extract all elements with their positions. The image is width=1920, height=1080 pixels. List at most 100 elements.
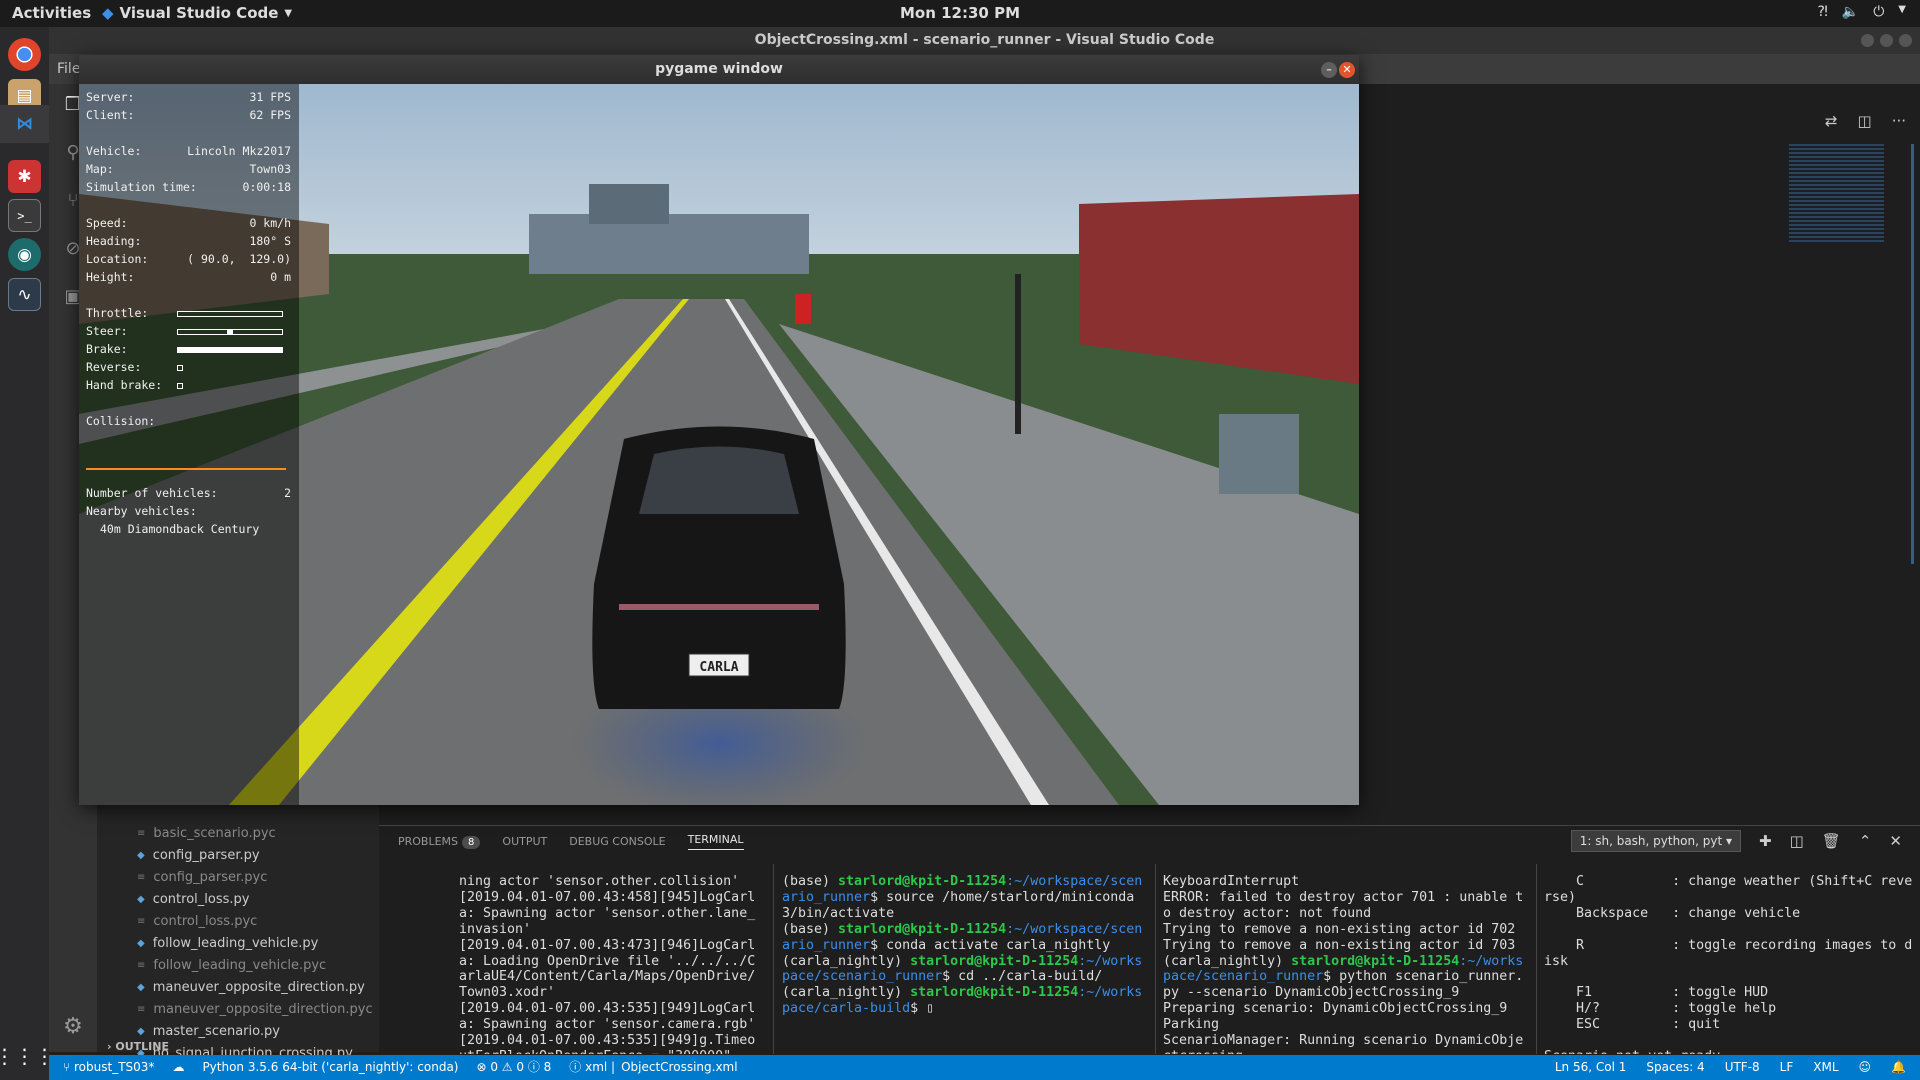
file-item[interactable]: ◆ control_loss.py bbox=[137, 888, 249, 910]
split-terminal-icon[interactable]: ◫ bbox=[1790, 832, 1804, 850]
file-item[interactable]: ◆ config_parser.py bbox=[137, 844, 260, 866]
close-icon[interactable]: ✕ bbox=[1339, 62, 1355, 78]
file-name: config_parser.py bbox=[152, 847, 260, 863]
car-cabin bbox=[639, 446, 799, 514]
outline-label: OUTLINE bbox=[115, 1040, 169, 1053]
new-terminal-icon[interactable]: ✚ bbox=[1759, 832, 1772, 850]
hud-brake-label: Brake: bbox=[86, 342, 128, 356]
pygame-title: pygame window bbox=[655, 61, 783, 77]
file-item[interactable]: ◆ master_scenario.py bbox=[137, 1020, 280, 1042]
trash-icon[interactable]: 🗑 bbox=[1822, 832, 1841, 850]
language-mode[interactable]: XML bbox=[1813, 1055, 1838, 1080]
hud-throttle-label: Throttle: bbox=[86, 306, 149, 320]
file-icon: ≡ bbox=[137, 871, 146, 883]
terminal-env: (carla_nightly) bbox=[782, 953, 911, 969]
terminal-1[interactable]: ning actor 'sensor.other.collision' [201… bbox=[459, 874, 759, 1054]
maximize-icon[interactable] bbox=[1880, 34, 1893, 47]
indentation[interactable]: Spaces: 4 bbox=[1646, 1055, 1704, 1080]
terminal-icon[interactable]: >_ bbox=[8, 199, 41, 232]
more-actions-icon[interactable]: ··· bbox=[1892, 112, 1906, 130]
editor-toolbar: ⇄ ◫ ··· bbox=[1825, 112, 1906, 130]
gear-icon[interactable]: ⚙ bbox=[61, 1014, 85, 1039]
close-icon[interactable] bbox=[1899, 34, 1912, 47]
vscode-app-icon: ◆ bbox=[102, 4, 114, 22]
steer-bar bbox=[177, 329, 283, 335]
file-item[interactable]: ◆ maneuver_opposite_direction.py bbox=[137, 976, 365, 998]
minimize-icon[interactable]: – bbox=[1321, 62, 1337, 78]
tab-output[interactable]: OUTPUT bbox=[502, 835, 547, 848]
encoding[interactable]: UTF-8 bbox=[1725, 1055, 1760, 1080]
problems-indicator[interactable]: ⊗ 0 ⚠ 0 ⓘ 8 bbox=[476, 1055, 551, 1080]
editor-scrollbar[interactable] bbox=[1911, 144, 1914, 564]
system-tray[interactable]: ⁈ 🔈 ⏻ ▼ bbox=[1818, 4, 1906, 20]
bell-icon[interactable]: 🔔 bbox=[1891, 1055, 1906, 1080]
handbrake-checkbox bbox=[177, 383, 183, 389]
panel-controls: 1: sh, bash, python, pyt ▾ ✚ ◫ 🗑 ⌃ ✕ bbox=[1570, 830, 1902, 852]
terminal-command: $ cd ../carla-build/ bbox=[942, 969, 1103, 985]
terminal-divider[interactable] bbox=[773, 864, 774, 1054]
python-interpreter[interactable]: Python 3.5.6 64-bit ('carla_nightly': co… bbox=[202, 1055, 458, 1080]
terminal-3[interactable]: KeyboardInterrupt ERROR: failed to destr… bbox=[1163, 874, 1531, 1054]
branch-indicator[interactable]: ⑂ robust_TS03* bbox=[63, 1055, 154, 1080]
prompt-user: starlord@kpit-D-11254 bbox=[910, 985, 1079, 1001]
hud-numveh-value: 2 bbox=[284, 486, 291, 500]
close-panel-icon[interactable]: ✕ bbox=[1889, 832, 1902, 850]
tab-problems[interactable]: PROBLEMS 8 bbox=[398, 835, 481, 849]
terminal-env: (carla_nightly) bbox=[782, 985, 911, 1001]
chrome-icon[interactable] bbox=[8, 38, 41, 71]
hud-vehicle-label: Vehicle: bbox=[86, 144, 142, 158]
terminal-divider[interactable] bbox=[1155, 864, 1156, 1054]
gitkraken-icon[interactable]: ◉ bbox=[8, 238, 41, 271]
hud-simtime-label: Simulation time: bbox=[86, 180, 197, 194]
outline-section[interactable]: › OUTLINE bbox=[97, 1040, 379, 1053]
panel-tabs: PROBLEMS 8 OUTPUT DEBUG CONSOLE TERMINAL bbox=[398, 833, 744, 850]
terminal-env: (base) bbox=[782, 921, 839, 937]
file-item[interactable]: ≡ control_loss.pyc bbox=[137, 910, 257, 932]
minimize-icon[interactable] bbox=[1861, 34, 1874, 47]
activities-button[interactable]: Activities bbox=[12, 4, 91, 22]
vscode-dock-icon[interactable]: ⋈ bbox=[0, 105, 49, 143]
file-item[interactable]: ◆ follow_leading_vehicle.py bbox=[137, 932, 318, 954]
split-editor-icon[interactable]: ◫ bbox=[1858, 112, 1872, 130]
hud-location-value: ( 90.0, 129.0) bbox=[187, 252, 291, 266]
terminal-2[interactable]: (base) starlord@kpit-D-11254:~/workspace… bbox=[782, 874, 1150, 1054]
hud-panel: Server: 31 FPS Client: 62 FPS Vehicle: Linc… bbox=[79, 84, 299, 805]
hud-numveh-label: Number of vehicles: bbox=[86, 486, 218, 500]
prompt-user: starlord@kpit-D-11254 bbox=[910, 953, 1079, 969]
hud-handbrake-label: Hand brake: bbox=[86, 378, 163, 392]
minimap[interactable] bbox=[1789, 144, 1884, 244]
show-apps-icon[interactable]: ⋮⋮⋮ bbox=[0, 1039, 55, 1072]
file-item[interactable]: ≡ config_parser.pyc bbox=[137, 866, 267, 888]
file-item[interactable]: ≡ maneuver_opposite_direction.pyc bbox=[137, 998, 373, 1020]
maximize-panel-icon[interactable]: ⌃ bbox=[1859, 832, 1872, 850]
file-icon: ≡ bbox=[137, 827, 146, 839]
compare-icon[interactable]: ⇄ bbox=[1825, 112, 1838, 130]
hud-height-value: 0 m bbox=[270, 270, 291, 284]
terminal-divider[interactable] bbox=[1536, 864, 1537, 1054]
hud-location-label: Location: bbox=[86, 252, 149, 266]
lamp-post bbox=[1015, 274, 1021, 434]
file-item[interactable]: ≡ follow_leading_vehicle.pyc bbox=[137, 954, 326, 976]
system-monitor-icon[interactable]: ∿ bbox=[8, 278, 41, 311]
file-name: follow_leading_vehicle.pyc bbox=[153, 957, 327, 973]
window-title: ObjectCrossing.xml - scenario_runner - V… bbox=[754, 32, 1215, 48]
collision-history-line bbox=[86, 468, 286, 470]
tab-terminal[interactable]: TERMINAL bbox=[687, 833, 744, 850]
feedback-icon[interactable]: ☺ bbox=[1859, 1055, 1872, 1080]
file-name: follow_leading_vehicle.py bbox=[152, 935, 319, 951]
menu-file[interactable]: File bbox=[57, 61, 80, 77]
file-icon: ≡ bbox=[137, 915, 146, 927]
sync-icon[interactable]: ☁ bbox=[172, 1055, 184, 1080]
tab-debug-console[interactable]: DEBUG CONSOLE bbox=[569, 835, 665, 848]
terminal-select[interactable]: 1: sh, bash, python, pyt ▾ bbox=[1570, 830, 1742, 852]
xml-indicator[interactable]: ⓘ xml | bbox=[569, 1055, 615, 1080]
chevron-down-icon: ▼ bbox=[1898, 4, 1906, 15]
prompt-user: starlord@kpit-D-11254 bbox=[838, 874, 1007, 889]
current-file[interactable]: ObjectCrossing.xml bbox=[621, 1055, 737, 1080]
settings-tools-icon[interactable]: ✱ bbox=[8, 160, 41, 193]
file-item[interactable]: ≡ basic_scenario.pyc bbox=[137, 822, 276, 844]
terminal-4[interactable]: C : change weather (Shift+C reverse) Bac… bbox=[1544, 874, 1916, 1054]
app-menu[interactable]: ◆ Visual Studio Code ▼ bbox=[102, 4, 292, 22]
cursor-position[interactable]: Ln 56, Col 1 bbox=[1555, 1055, 1627, 1080]
line-ending[interactable]: LF bbox=[1780, 1055, 1794, 1080]
